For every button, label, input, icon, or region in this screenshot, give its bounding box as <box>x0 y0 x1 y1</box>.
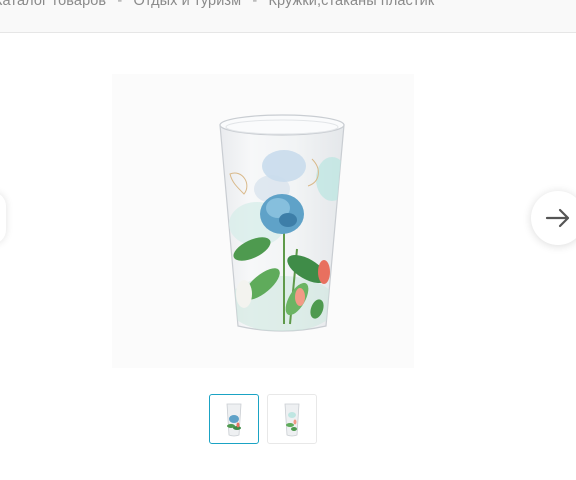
breadcrumb-separator: - <box>117 0 123 9</box>
arrow-right-icon <box>545 208 570 228</box>
cup-thumbnail-side <box>284 403 300 437</box>
cup-illustration <box>219 114 345 332</box>
breadcrumb-item-cups[interactable]: Кружки,стаканы пластик <box>268 0 434 9</box>
thumbnail-2[interactable] <box>267 394 317 444</box>
cup-thumbnail-front <box>226 403 242 437</box>
breadcrumb: Каталог товаров - Отдых и туризм - Кружк… <box>0 0 434 9</box>
prev-slide-button[interactable] <box>0 192 6 244</box>
breadcrumb-bar: Каталог товаров - Отдых и туризм - Кружк… <box>0 0 576 33</box>
thumbnail-1[interactable] <box>209 394 259 444</box>
next-slide-button[interactable] <box>531 191 576 245</box>
breadcrumb-item-catalog[interactable]: Каталог товаров <box>0 0 106 9</box>
product-main-image <box>112 74 414 368</box>
breadcrumb-item-leisure[interactable]: Отдых и туризм <box>133 0 241 9</box>
breadcrumb-separator: - <box>252 0 258 9</box>
